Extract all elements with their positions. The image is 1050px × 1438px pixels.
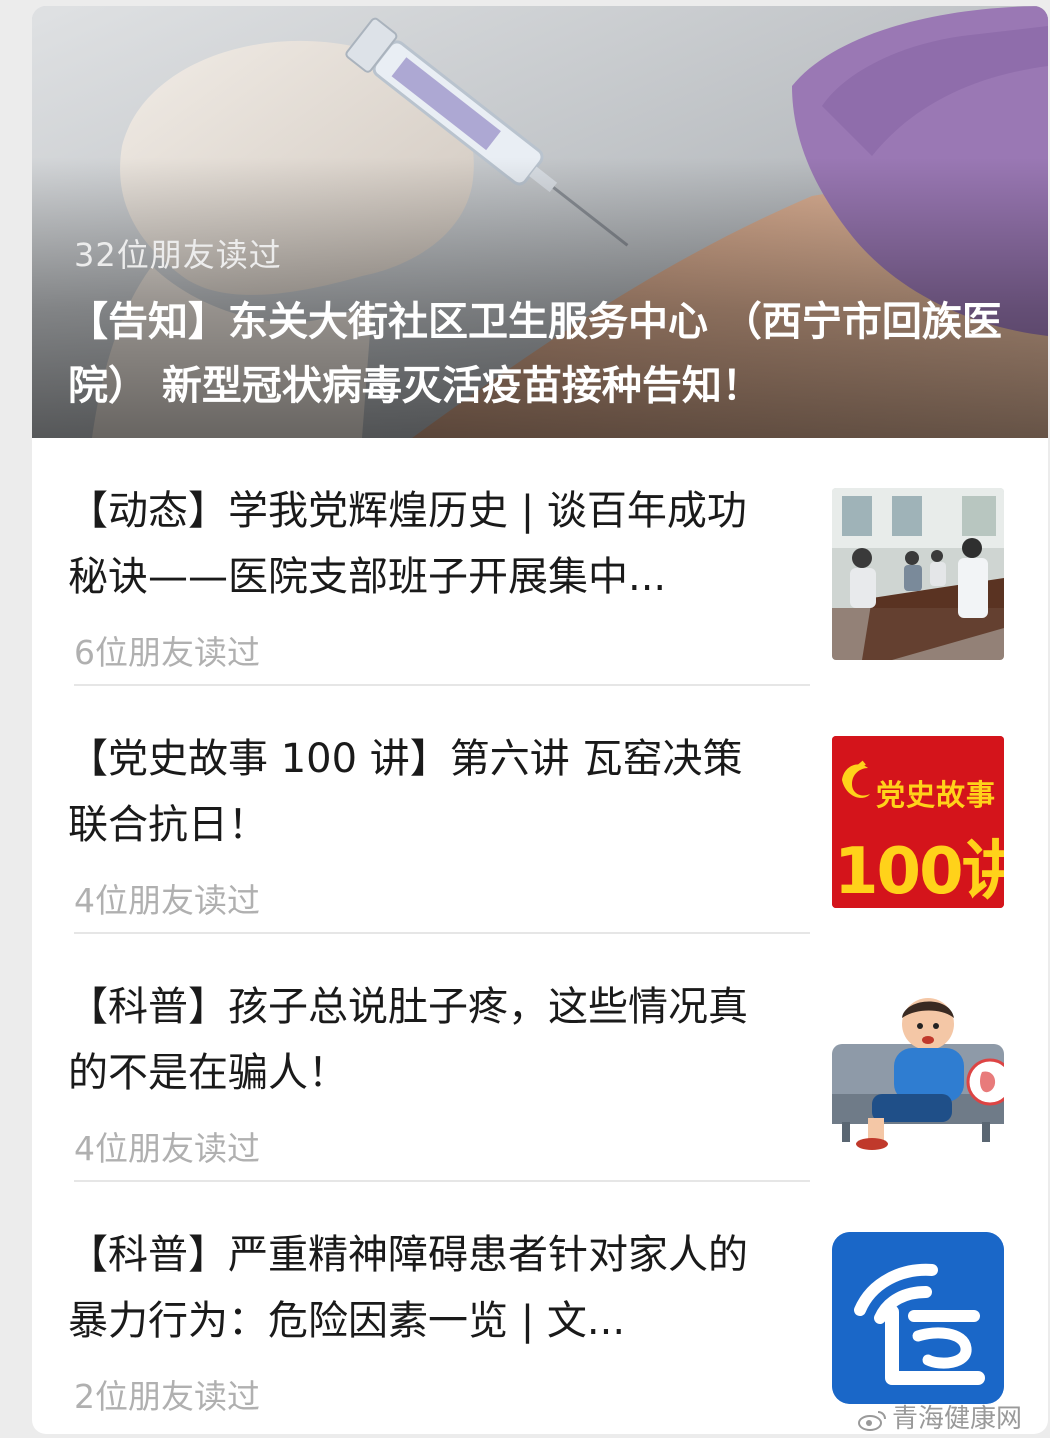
article-title[interactable]: 【动态】学我党辉煌历史 | 谈百年成功秘诀——医院支部班子开展集中... <box>68 478 768 610</box>
article-item[interactable]: 【科普】严重精神障碍患者针对家人的暴力行为：危险因素一览 | 文... 2位朋友… <box>32 1182 1048 1430</box>
party-history-thumbnail[interactable]: 党史故事 100讲 <box>832 736 1004 908</box>
stomachache-thumbnail[interactable] <box>832 984 1004 1156</box>
hero-article-title[interactable]: 【告知】东关大街社区卫生服务中心 （西宁市回族医院） 新型冠状病毒灭活疫苗接种告… <box>68 290 1008 418</box>
weibo-icon <box>858 1410 886 1431</box>
watermark: 青海健康网 <box>858 1398 1022 1435</box>
article-read-count: 2位朋友读过 <box>74 1377 260 1416</box>
thumb-100-text: 100讲 <box>834 835 1004 908</box>
thumb-party-text: 党史故事 <box>876 778 997 812</box>
article-item[interactable]: 【动态】学我党辉煌历史 | 谈百年成功秘诀——医院支部班子开展集中... 6位朋… <box>32 438 1048 686</box>
stomachache-cartoon <box>832 984 1004 1156</box>
article-title[interactable]: 【科普】严重精神障碍患者针对家人的暴力行为：危险因素一览 | 文... <box>68 1222 768 1354</box>
watermark-text: 青海健康网 <box>892 1404 1023 1434</box>
hero-article[interactable]: 32位朋友读过 【告知】东关大街社区卫生服务中心 （西宁市回族医院） 新型冠状病… <box>32 6 1048 438</box>
article-read-count: 4位朋友读过 <box>74 1129 260 1168</box>
article-item[interactable]: 【科普】孩子总说肚子疼，这些情况真的不是在骗人！ 4位朋友读过 <box>32 934 1048 1182</box>
article-read-count: 6位朋友读过 <box>74 633 260 672</box>
meeting-photo <box>832 488 1004 660</box>
article-item[interactable]: 【党史故事 100 讲】第六讲 瓦窑决策 联合抗日！ 4位朋友读过 党史故事 1… <box>32 686 1048 934</box>
medical-wifi-logo-icon <box>832 1232 1004 1404</box>
article-read-count: 4位朋友读过 <box>74 881 260 920</box>
article-list-card: 32位朋友读过 【告知】东关大街社区卫生服务中心 （西宁市回族医院） 新型冠状病… <box>32 6 1048 1434</box>
article-title[interactable]: 【党史故事 100 讲】第六讲 瓦窑决策 联合抗日！ <box>68 726 768 858</box>
hospital-logo-thumbnail[interactable] <box>832 1232 1004 1404</box>
meeting-photo-thumbnail[interactable] <box>832 488 1004 660</box>
article-title[interactable]: 【科普】孩子总说肚子疼，这些情况真的不是在骗人！ <box>68 974 768 1106</box>
hero-read-count: 32位朋友读过 <box>74 236 282 274</box>
